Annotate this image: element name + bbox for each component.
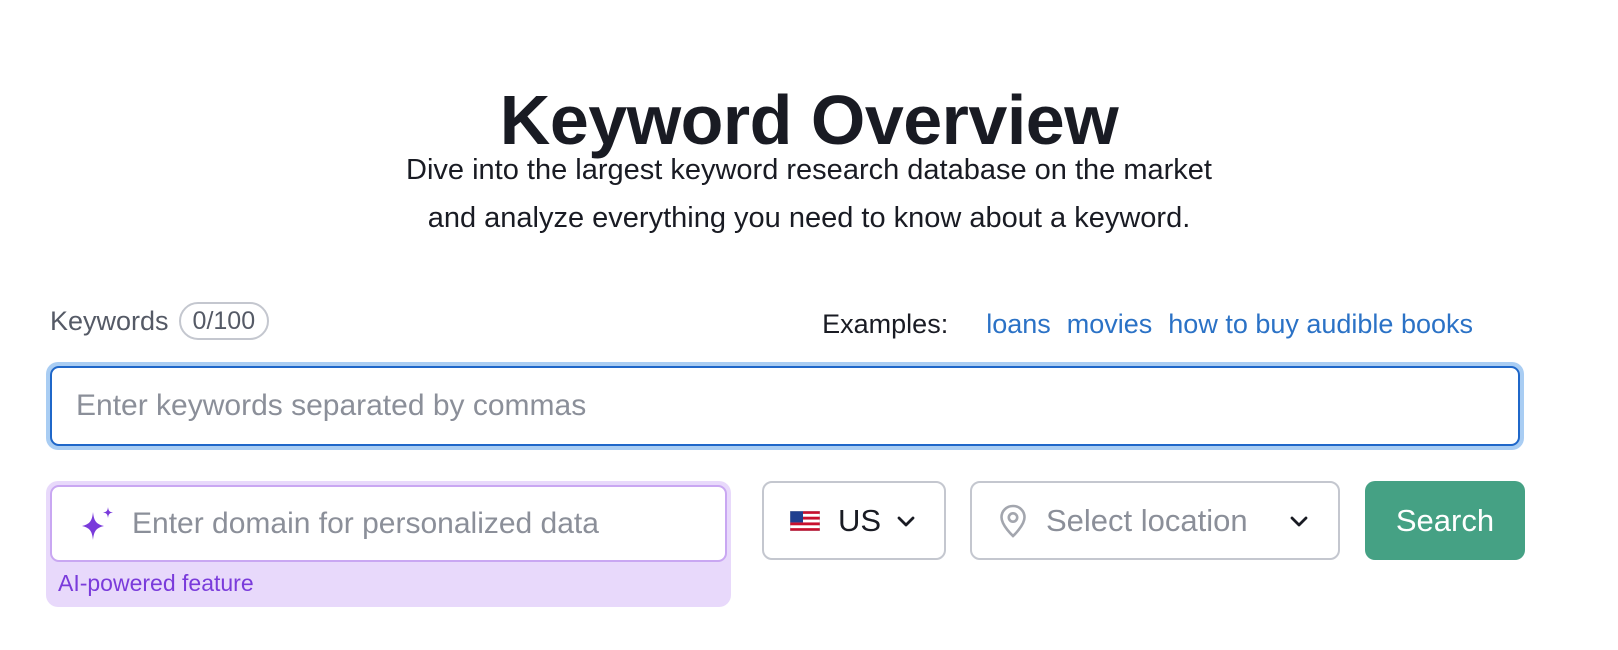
domain-input-wrapper[interactable] <box>50 485 727 562</box>
subtitle-line-1: Dive into the largest keyword research d… <box>406 154 1212 186</box>
us-flag-icon <box>790 510 820 531</box>
chevron-down-icon <box>897 516 915 526</box>
country-value: US <box>838 502 882 538</box>
page-subtitle: Dive into the largest keyword research d… <box>0 146 1618 242</box>
subtitle-line-2: and analyze everything you need to know … <box>427 202 1191 234</box>
search-button[interactable]: Search <box>1365 481 1525 560</box>
example-link-loans[interactable]: loans <box>986 309 1051 340</box>
examples-label: Examples: <box>822 309 949 339</box>
ai-powered-caption: AI-powered feature <box>58 570 254 596</box>
keywords-label: Keywords <box>50 305 169 336</box>
domain-input[interactable] <box>130 492 725 555</box>
chevron-down-icon <box>1290 516 1308 526</box>
location-select[interactable]: Select location <box>970 481 1340 560</box>
keywords-input-focus-ring <box>46 362 1524 450</box>
examples-row: Examples: loans movies how to buy audibl… <box>822 309 1473 340</box>
keywords-counter-badge: 0/100 <box>178 302 270 340</box>
example-link-movies[interactable]: movies <box>1067 309 1153 340</box>
country-select[interactable]: US <box>762 481 946 560</box>
ai-domain-box: AI-powered feature <box>46 481 731 607</box>
keywords-label-row: Keywords 0/100 <box>50 302 270 340</box>
example-link-audible-books[interactable]: how to buy audible books <box>1168 309 1473 340</box>
keywords-input[interactable] <box>50 366 1520 446</box>
location-pin-icon <box>1000 504 1026 538</box>
location-placeholder: Select location <box>1046 502 1248 538</box>
sparkle-icon <box>82 506 113 540</box>
